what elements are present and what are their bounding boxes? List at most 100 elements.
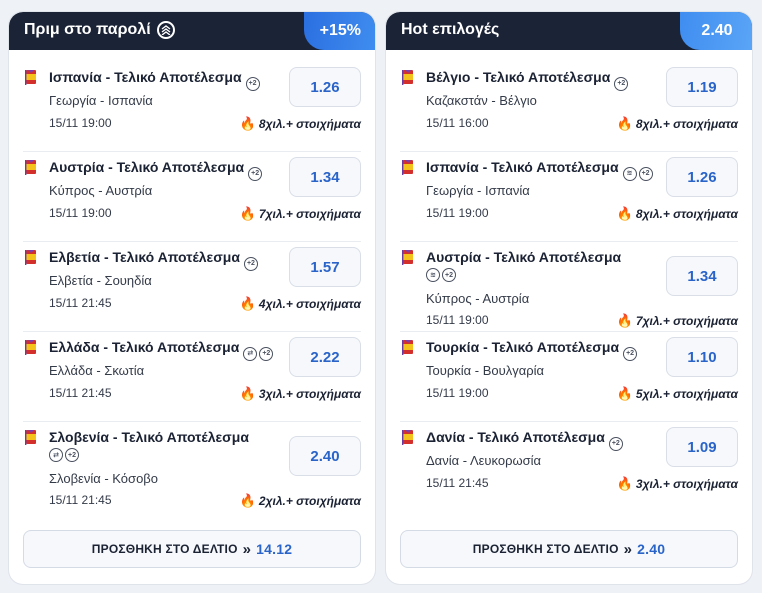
boost-icon: ≋	[426, 268, 440, 282]
bet-count: 🔥 8χιλ.+ στοιχήματα	[617, 206, 738, 222]
bet-count-text: 8χιλ.+ στοιχήματα	[635, 207, 738, 221]
bet-count-text: 5χιλ.+ στοιχήματα	[635, 387, 738, 401]
match-teams: Δανία - Λευκορωσία	[426, 453, 542, 468]
country-flag-icon	[402, 160, 413, 175]
country-flag-icon	[25, 70, 36, 85]
odds-button[interactable]: 2.40	[289, 436, 361, 476]
country-flag-icon	[25, 160, 36, 175]
country-flag-icon	[25, 340, 36, 355]
bet-count: 🔥 4χιλ.+ στοιχήματα	[240, 296, 361, 312]
fire-icon: 🔥	[239, 386, 256, 401]
add-to-betslip-button[interactable]: ΠΡΟΣΘΗΚΗ ΣΤΟ ΔΕΛΤΙΟ » 2.40	[400, 530, 738, 568]
fire-icon: 🔥	[616, 386, 633, 401]
selection-row: Ελβετία - Τελικό Αποτέλεσμα +2 Ελβετία - Σ…	[23, 242, 361, 332]
odds-button[interactable]: 2.22	[289, 337, 361, 377]
match-time: 15/11 19:00	[426, 313, 489, 327]
selection-row: Βέλγιο - Τελικό Αποτέλεσμα +2 Καζακστάν - …	[400, 62, 738, 152]
match-time: 15/11 16:00	[426, 116, 489, 130]
selection-title: Ισπανία - Τελικό Αποτέλεσμα +2	[49, 69, 260, 91]
selection-title-text: Ελλάδα - Τελικό Αποτέλεσμα	[49, 339, 240, 355]
selection-title-text: Αυστρία - Τελικό Αποτέλεσμα	[426, 249, 622, 265]
plus-two-goals-icon: +2	[243, 256, 258, 271]
bet-count-text: 7χιλ.+ στοιχήματα	[635, 314, 738, 328]
bet-count: 🔥 8χιλ.+ στοιχήματα	[617, 116, 738, 132]
match-time: 15/11 19:00	[49, 116, 112, 130]
plus-two-goals-icon: +2	[245, 76, 260, 91]
country-flag-icon	[402, 70, 413, 85]
bet-count: 🔥 3χιλ.+ στοιχήματα	[240, 386, 361, 402]
match-teams: Ελβετία - Σουηδία	[49, 273, 152, 288]
match-teams: Τουρκία - Βουλγαρία	[426, 363, 545, 378]
selection-title: Αυστρία - Τελικό Αποτέλεσμα	[426, 249, 621, 265]
early-payout-icon: ⇄	[243, 346, 258, 361]
plus-two-goals-icon: +2	[608, 436, 623, 451]
selection-badges: ⇄ +2	[49, 448, 79, 462]
selection-title-text: Σλοβενία - Τελικό Αποτέλεσμα	[49, 429, 249, 445]
country-flag-icon	[402, 340, 413, 355]
selection-title-text: Αυστρία - Τελικό Αποτέλεσμα	[49, 159, 245, 175]
plus-two-goals-icon: +2	[638, 166, 653, 181]
selection-row: Ισπανία - Τελικό Αποτέλεσμα +2 Γεωργία - Ι…	[23, 62, 361, 152]
bet-count-text: 3χιλ.+ στοιχήματα	[258, 387, 361, 401]
match-time: 15/11 19:00	[426, 386, 489, 400]
selection-title-text: Βέλγιο - Τελικό Αποτέλεσμα	[426, 69, 611, 85]
card-title-text: Hot επιλογές	[401, 21, 500, 38]
card-header: Hot επιλογές 2.40	[386, 12, 752, 50]
selection-badges: +2	[623, 346, 638, 361]
selection-list: Βέλγιο - Τελικό Αποτέλεσμα +2 Καζακστάν - …	[400, 62, 738, 512]
fire-icon: 🔥	[616, 116, 633, 131]
selection-badges: +2	[248, 166, 263, 181]
match-time: 15/11 19:00	[426, 206, 489, 220]
bet-count: 🔥 7χιλ.+ στοιχήματα	[240, 206, 361, 222]
selection-title: Αυστρία - Τελικό Αποτέλεσμα +2	[49, 159, 263, 181]
early-payout-icon: ⇄	[49, 448, 63, 462]
selection-list: Ισπανία - Τελικό Αποτέλεσμα +2 Γεωργία - Ι…	[23, 62, 361, 512]
odds-button[interactable]: 1.09	[666, 427, 738, 467]
match-teams: Γεωργία - Ισπανία	[426, 183, 530, 198]
odds-button[interactable]: 1.19	[666, 67, 738, 107]
selection-title-text: Τουρκία - Τελικό Αποτέλεσμα	[426, 339, 620, 355]
odds-button[interactable]: 1.57	[289, 247, 361, 287]
match-teams: Καζακστάν - Βέλγιο	[426, 93, 537, 108]
add-to-betslip-label: ΠΡΟΣΘΗΚΗ ΣΤΟ ΔΕΛΤΙΟ	[472, 542, 619, 556]
fire-icon: 🔥	[616, 476, 633, 491]
selection-title: Σλοβενία - Τελικό Αποτέλεσμα	[49, 429, 249, 445]
selection-row: Αυστρία - Τελικό Αποτέλεσμα +2 Κύπρος - Αυ…	[23, 152, 361, 242]
selection-badges: ⇄ +2	[243, 346, 274, 361]
selection-badges: +2	[243, 256, 258, 271]
odds-button[interactable]: 1.26	[289, 67, 361, 107]
selection-title-text: Ισπανία - Τελικό Αποτέλεσμα	[426, 159, 619, 175]
match-time: 15/11 21:45	[49, 296, 112, 310]
selection-title: Βέλγιο - Τελικό Αποτέλεσμα +2	[426, 69, 629, 91]
plus-two-goals-icon: +2	[65, 448, 79, 462]
bet-count-text: 4χιλ.+ στοιχήματα	[258, 297, 361, 311]
match-teams: Ελλάδα - Σκωτία	[49, 363, 145, 378]
selection-badges: +2	[245, 76, 260, 91]
selection-row: Ισπανία - Τελικό Αποτέλεσμα ≋ +2 Γεωργία - …	[400, 152, 738, 242]
match-time: 15/11 21:45	[426, 476, 489, 490]
odds-button[interactable]: 1.34	[666, 256, 738, 296]
selection-row: Ελλάδα - Τελικό Αποτέλεσμα ⇄ +2 Ελλάδα - Σκ…	[23, 332, 361, 422]
match-time: 15/11 21:45	[49, 386, 112, 400]
fire-icon: 🔥	[616, 313, 633, 328]
bet-count: 🔥 8χιλ.+ στοιχήματα	[240, 116, 361, 132]
double-chevron-right-icon: »	[623, 540, 633, 558]
bet-count-text: 8χιλ.+ στοιχήματα	[258, 117, 361, 131]
match-teams: Κύπρος - Αυστρία	[49, 183, 153, 198]
add-to-betslip-button[interactable]: ΠΡΟΣΘΗΚΗ ΣΤΟ ΔΕΛΤΙΟ » 14.12	[23, 530, 361, 568]
match-time: 15/11 19:00	[49, 206, 112, 220]
total-odds-badge: 2.40	[680, 12, 752, 50]
card-header: Πριμ στο παρολί +15%	[9, 12, 375, 50]
odds-button[interactable]: 1.34	[289, 157, 361, 197]
odds-button[interactable]: 1.26	[666, 157, 738, 197]
match-teams: Κύπρος - Αυστρία	[426, 291, 530, 306]
plus-two-goals-icon: +2	[623, 346, 638, 361]
fire-icon: 🔥	[239, 206, 256, 221]
fire-icon: 🔥	[239, 116, 256, 131]
bet-count: 🔥 7χιλ.+ στοιχήματα	[617, 313, 738, 329]
bet-count-text: 2χιλ.+ στοιχήματα	[258, 494, 361, 508]
selection-row: Αυστρία - Τελικό Αποτέλεσμα ≋ +2 Κύπρος - Α…	[400, 242, 738, 332]
plus-two-goals-icon: +2	[442, 268, 456, 282]
odds-button[interactable]: 1.10	[666, 337, 738, 377]
bet-count: 🔥 5χιλ.+ στοιχήματα	[617, 386, 738, 402]
